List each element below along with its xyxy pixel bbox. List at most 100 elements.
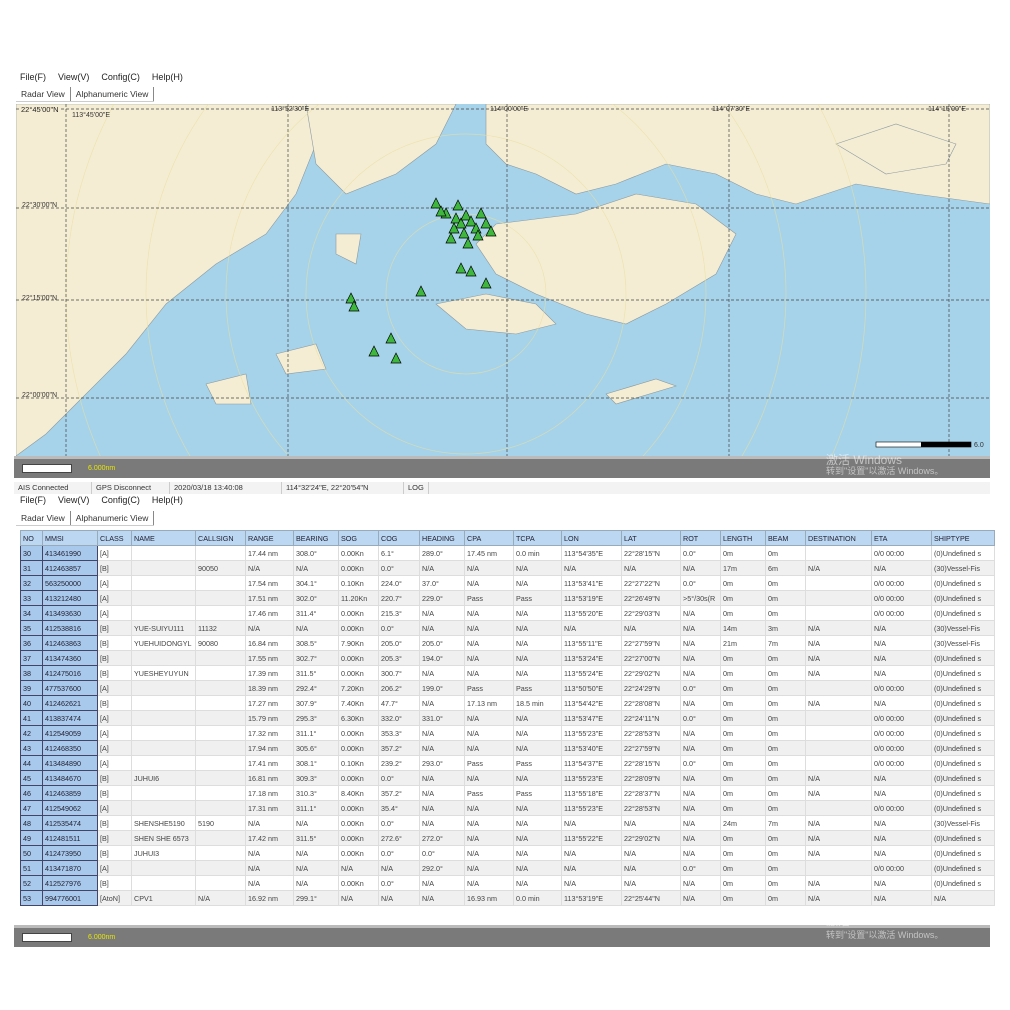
cell-mmsi: 412463857 xyxy=(42,560,98,576)
cell-destination: N/A xyxy=(805,890,872,906)
lat-label: 22°45'00"N xyxy=(20,105,60,114)
table-row[interactable]: 42 412549059 [A] 17.32 nm 311.1° 0.00Kn 353.3°… xyxy=(20,725,995,741)
column-header-beam[interactable]: BEAM xyxy=(765,530,806,546)
cell-heading: 272.0° xyxy=(419,830,465,846)
ship-marker[interactable] xyxy=(368,345,380,357)
table-row[interactable]: 35 412538816 [B] YUE-SUIYU111 11132 N/A N/A 0.0… xyxy=(20,620,995,636)
column-header-destination[interactable]: DESTINATION xyxy=(805,530,872,546)
zoom-slider[interactable] xyxy=(22,464,72,473)
table-row[interactable]: 53 994776001 [AtoN] CPV1 N/A 16.92 nm 299.1° N/… xyxy=(20,890,995,906)
column-header-class[interactable]: CLASS xyxy=(97,530,132,546)
cell-mmsi: 412535474 xyxy=(42,815,98,831)
table-row[interactable]: 46 412463859 [B] 17.18 nm 310.3° 8.40Kn 357.2°… xyxy=(20,785,995,801)
column-header-mmsi[interactable]: MMSI xyxy=(42,530,98,546)
ship-marker[interactable] xyxy=(480,277,492,289)
tab-alphanumeric-view[interactable]: Alphanumeric View xyxy=(70,511,155,525)
ship-marker[interactable] xyxy=(452,199,464,211)
table-row[interactable]: 52 412527976 [B] N/A N/A 0.00Kn 0.0° N/A N/A N/A N… xyxy=(20,875,995,891)
column-header-no[interactable]: NO xyxy=(20,530,43,546)
ship-marker[interactable] xyxy=(445,232,457,244)
table-row[interactable]: 31 412463857 [B] 90050 N/A N/A 0.00Kn 0.0° N/A N/… xyxy=(20,560,995,576)
menu-config[interactable]: Config(C) xyxy=(101,72,140,82)
table-row[interactable]: 30 413461990 [A] 17.44 nm 308.0° 0.00Kn 6.1° 28… xyxy=(20,545,995,561)
cell-lon: 113°54'37"E xyxy=(561,755,622,771)
cell-beam: 7m xyxy=(765,635,806,651)
cell-lat: 22°27'00"N xyxy=(621,650,681,666)
tab-radar-view[interactable]: Radar View xyxy=(16,87,71,101)
cell-class: [B] xyxy=(97,845,132,861)
table-row[interactable]: 44 413484890 [A] 17.41 nm 308.1° 0.10Kn 239.2°… xyxy=(20,755,995,771)
ship-marker[interactable] xyxy=(475,207,487,219)
cell-eta: 0/0 00:00 xyxy=(871,680,932,696)
table-row[interactable]: 51 413471870 [A] N/A N/A N/A N/A 292.0° N/A N/A N/… xyxy=(20,860,995,876)
ship-marker[interactable] xyxy=(458,227,470,239)
table-row[interactable]: 48 412535474 [B] SHENSHE5190 5190 N/A N/A 0.00K… xyxy=(20,815,995,831)
menu-config[interactable]: Config(C) xyxy=(101,495,140,505)
column-header-name[interactable]: NAME xyxy=(131,530,196,546)
menu-view[interactable]: View(V) xyxy=(58,72,89,82)
ship-marker[interactable] xyxy=(430,197,442,209)
column-header-lon[interactable]: LON xyxy=(561,530,622,546)
ship-marker[interactable] xyxy=(480,217,492,229)
column-header-heading[interactable]: HEADING xyxy=(419,530,465,546)
column-header-lat[interactable]: LAT xyxy=(621,530,681,546)
column-header-tcpa[interactable]: TCPA xyxy=(513,530,562,546)
column-header-length[interactable]: LENGTH xyxy=(720,530,766,546)
table-row[interactable]: 50 412473950 [B] JUHUI3 N/A N/A 0.00Kn 0.0° 0.0°… xyxy=(20,845,995,861)
table-row[interactable]: 39 477537600 [A] 18.39 nm 292.4° 7.20Kn 206.2°… xyxy=(20,680,995,696)
ship-marker[interactable] xyxy=(455,262,467,274)
cell-destination: N/A xyxy=(805,815,872,831)
column-header-cog[interactable]: COG xyxy=(378,530,420,546)
cell-lon: 113°53'47"E xyxy=(561,710,622,726)
cell-cpa: N/A xyxy=(464,740,514,756)
cell-range: N/A xyxy=(245,860,294,876)
table-row[interactable]: 36 412463863 [B] YUEHUIDONGYL 90080 16.84 nm 3… xyxy=(20,635,995,651)
column-header-sog[interactable]: SOG xyxy=(338,530,379,546)
column-header-cpa[interactable]: CPA xyxy=(464,530,514,546)
cell-cpa: N/A xyxy=(464,665,514,681)
cell-sog: 8.40Kn xyxy=(338,785,379,801)
menu-file[interactable]: File(F) xyxy=(20,495,46,505)
ship-marker[interactable] xyxy=(390,352,402,364)
tab-radar-view[interactable]: Radar View xyxy=(16,511,71,525)
table-row[interactable]: 32 563250000 [A] 17.54 nm 304.1° 0.10Kn 224.0°… xyxy=(20,575,995,591)
column-header-eta[interactable]: ETA xyxy=(871,530,932,546)
ship-marker[interactable] xyxy=(462,237,474,249)
table-row[interactable]: 33 413212480 [A] 17.51 nm 302.0° 11.20Kn 220.7… xyxy=(20,590,995,606)
table-row[interactable]: 47 412549062 [A] 17.31 nm 311.1° 0.00Kn 35.4° N… xyxy=(20,800,995,816)
cell-lon: N/A xyxy=(561,815,622,831)
ship-marker[interactable] xyxy=(465,265,477,277)
ship-marker[interactable] xyxy=(415,285,427,297)
cell-range: 17.31 nm xyxy=(245,800,294,816)
table-row[interactable]: 40 412462621 [B] 17.27 nm 307.9° 7.40Kn 47.7° N… xyxy=(20,695,995,711)
menu-help[interactable]: Help(H) xyxy=(152,72,183,82)
table-row[interactable]: 43 412468350 [A] 17.94 nm 305.6° 0.00Kn 357.2°… xyxy=(20,740,995,756)
cell-mmsi: 412538816 xyxy=(42,620,98,636)
table-row[interactable]: 49 412481511 [B] SHEN SHE 6573 17.42 nm 311.5… xyxy=(20,830,995,846)
cell-tcpa: N/A xyxy=(513,860,562,876)
table-row[interactable]: 37 413474360 [B] 17.55 nm 302.7° 0.00Kn 205.3°… xyxy=(20,650,995,666)
log-button[interactable]: LOG xyxy=(404,482,429,494)
menu-help[interactable]: Help(H) xyxy=(152,495,183,505)
cell-bearing: N/A xyxy=(293,620,339,636)
table-row[interactable]: 38 412475016 [B] YUESHEYUYUN 17.39 nm 311.5° 0… xyxy=(20,665,995,681)
ship-marker[interactable] xyxy=(385,332,397,344)
column-header-bearing[interactable]: BEARING xyxy=(293,530,339,546)
column-header-range[interactable]: RANGE xyxy=(245,530,294,546)
menu-file[interactable]: File(F) xyxy=(20,72,46,82)
column-header-callsign[interactable]: CALLSIGN xyxy=(195,530,246,546)
column-header-shiptype[interactable]: SHIPTYPE xyxy=(931,530,995,546)
lat-label: 22°00'00"N xyxy=(22,392,58,399)
table-row[interactable]: 45 413484670 [B] JUHUI6 16.81 nm 309.3° 0.00Kn… xyxy=(20,770,995,786)
cell-lat: N/A xyxy=(621,860,681,876)
cell-eta: 0/0 00:00 xyxy=(871,575,932,591)
cell-rot: N/A xyxy=(680,890,721,906)
column-header-rot[interactable]: ROT xyxy=(680,530,721,546)
tab-alphanumeric-view[interactable]: Alphanumeric View xyxy=(71,87,155,101)
menu-view[interactable]: View(V) xyxy=(58,495,89,505)
table-row[interactable]: 34 413493630 [A] 17.46 nm 311.4° 0.00Kn 215.3°… xyxy=(20,605,995,621)
zoom-slider[interactable] xyxy=(22,933,72,942)
cell-mmsi: 413493630 xyxy=(42,605,98,621)
radar-map[interactable]: 113°45'00"E 113°52'30"E 114°00'00"E 114°… xyxy=(16,104,990,456)
table-row[interactable]: 41 413837474 [A] 15.79 nm 295.3° 6.30Kn 332.0°… xyxy=(20,710,995,726)
